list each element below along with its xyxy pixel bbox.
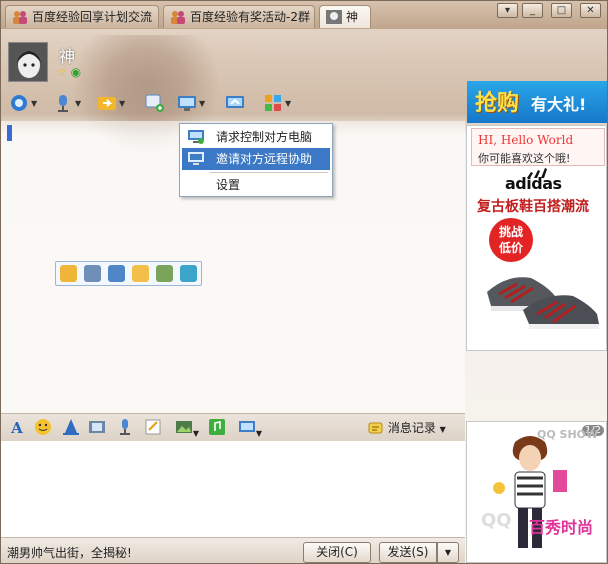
bottom-bar: 潮男帅气出街，全揭秘! 关闭(C) 发送(S) ▼ — [1, 537, 465, 563]
chevron-down-icon: ▼ — [285, 98, 292, 108]
history-icon — [368, 422, 383, 433]
tab-contact[interactable]: 神 — [319, 5, 371, 28]
tab-group-2[interactable]: 百度经验有奖活动-2群 — [163, 5, 315, 28]
send-file-button[interactable]: ▼ — [97, 93, 125, 117]
minimize-button[interactable]: _ — [522, 3, 543, 18]
tab-group-1[interactable]: 百度经验回享计划交流 — [5, 5, 159, 28]
window-menu-button[interactable]: ▾ — [497, 3, 518, 18]
qqshow-watermark-2: QQ — [481, 510, 512, 531]
monitor-icon — [188, 130, 204, 144]
ad-small-text: 有大礼! — [531, 95, 587, 114]
chat-toolbar: ▼ ▼ ▼ ▼ ▼ — [1, 89, 467, 121]
contact-name: 神 — [59, 47, 76, 66]
greeting-hello: Hello World — [500, 133, 574, 147]
send-button[interactable]: 发送(S) — [379, 542, 437, 563]
tab-label: 神 — [346, 10, 359, 24]
file-transfer-icon — [98, 97, 116, 110]
chevron-down-icon: ▼ — [444, 548, 452, 557]
message-history-button[interactable]: 消息记录 ▼ — [368, 419, 446, 437]
menu-item-invite-assist[interactable]: 邀请对方远程协助 — [182, 148, 330, 170]
history-label: 消息记录 — [387, 421, 436, 435]
emoji-icon[interactable] — [60, 265, 77, 282]
message-input[interactable] — [1, 441, 465, 537]
chevron-down-icon: ▼ — [192, 429, 200, 438]
microphone-icon — [58, 95, 68, 112]
status-icons: ☆ ◉ — [56, 65, 81, 79]
avatar[interactable] — [8, 42, 48, 82]
close-window-button[interactable]: ✕ — [580, 3, 601, 18]
ad-panel[interactable]: HI, Hello World 你可能喜欢这个哦! adidas 复古板鞋百搭潮… — [466, 125, 607, 351]
apps-button[interactable]: ▼ — [263, 93, 291, 117]
ad-banner-top[interactable]: 抢购 有大礼! — [467, 81, 607, 123]
chevron-down-icon: ▼ — [199, 98, 206, 108]
tab-bar: 百度经验回享计划交流 百度经验有奖活动-2群 神 ▾ _ □ ✕ — [1, 1, 607, 29]
chat-header: 神 ☆ ◉ — [1, 29, 607, 155]
maximize-button[interactable]: □ — [551, 3, 572, 18]
group-icon — [13, 11, 27, 24]
screenshot-icon — [238, 421, 255, 432]
voice-call-button[interactable]: ▼ — [53, 93, 81, 117]
camera-icon — [11, 95, 27, 111]
video-call-button[interactable]: ▼ — [9, 93, 37, 117]
screenshot-icon[interactable] — [108, 265, 125, 282]
voice-message-icon[interactable] — [115, 418, 135, 438]
tab-label: 百度经验有奖活动-2群 — [190, 10, 310, 24]
create-discussion-button[interactable] — [145, 93, 165, 117]
chevron-down-icon: ▼ — [75, 98, 82, 108]
emoji-icon[interactable] — [33, 418, 53, 438]
ad-brand: adidas — [505, 174, 562, 193]
remote-assist-menu: 请求控制对方电脑 邀请对方远程协助 设置 — [179, 123, 333, 197]
discussion-icon — [145, 94, 164, 112]
group-icon — [171, 11, 185, 24]
menu-item-request-control[interactable]: 请求控制对方电脑 — [182, 126, 330, 148]
chevron-down-icon: ▼ — [439, 425, 446, 434]
qq-show-panel[interactable]: 1/2 QQ SHOW QQ 百秀时尚 — [466, 421, 607, 563]
star-icon: ☆ — [56, 65, 67, 79]
music-icon[interactable] — [207, 418, 227, 438]
send-options-button[interactable]: ▼ — [437, 542, 459, 563]
chevron-down-icon: ▼ — [255, 429, 263, 438]
share-screen-button[interactable] — [225, 93, 245, 117]
screenshot-button[interactable]: ▼ — [235, 418, 265, 438]
face-icon[interactable] — [132, 265, 149, 282]
greeting-hi: HI, — [478, 133, 498, 147]
apps-grid-icon — [265, 95, 281, 111]
magic-icon[interactable] — [180, 265, 197, 282]
ad-big-text: 抢购 — [475, 91, 520, 116]
qqshow-brand: 百秀时尚 — [529, 518, 594, 537]
menu-item-settings[interactable]: 设置 — [182, 174, 330, 196]
ad-slogan: 复古板鞋百搭潮流 — [477, 199, 589, 215]
wizard-hat-icon[interactable] — [61, 418, 81, 438]
text-cursor — [7, 125, 12, 141]
input-toolbar: A ▼ ▼ 消息记录 ▼ — [1, 413, 465, 441]
tab-label: 百度经验回享计划交流 — [32, 10, 153, 24]
menu-separator — [210, 172, 328, 173]
monitor-icon — [188, 152, 204, 165]
remote-desktop-button[interactable]: ▼ — [177, 93, 205, 117]
greeting-question: 你可能喜欢这个哦! — [478, 152, 571, 165]
save-icon[interactable] — [84, 265, 101, 282]
font-icon[interactable]: A — [7, 418, 27, 438]
avatar-figure — [493, 436, 567, 548]
note-icon[interactable] — [143, 418, 163, 438]
send-image-button[interactable]: ▼ — [173, 418, 201, 438]
close-button[interactable]: 关闭(C) — [303, 542, 371, 563]
sneaker-image — [487, 277, 599, 329]
chevron-down-icon: ▼ — [31, 98, 38, 108]
chat-window: 百度经验回享计划交流 百度经验有奖活动-2群 神 ▾ _ □ ✕ 神 ☆ ◉ ▼… — [0, 0, 608, 564]
avatar-image — [9, 43, 47, 81]
monitor-icon — [178, 96, 196, 111]
image-icon[interactable] — [156, 265, 173, 282]
chevron-down-icon: ▼ — [119, 98, 126, 108]
qzone-icon[interactable]: ◉ — [71, 65, 81, 79]
quick-toolbar — [55, 261, 202, 286]
screen-share-icon — [226, 96, 244, 108]
promo-link[interactable]: 潮男帅气出街，全揭秘! — [7, 544, 132, 561]
contact-avatar-icon — [326, 10, 342, 24]
video-clip-icon[interactable] — [87, 418, 107, 438]
image-icon — [175, 421, 192, 433]
greeting-box: HI, Hello World 你可能喜欢这个哦! — [471, 128, 605, 166]
